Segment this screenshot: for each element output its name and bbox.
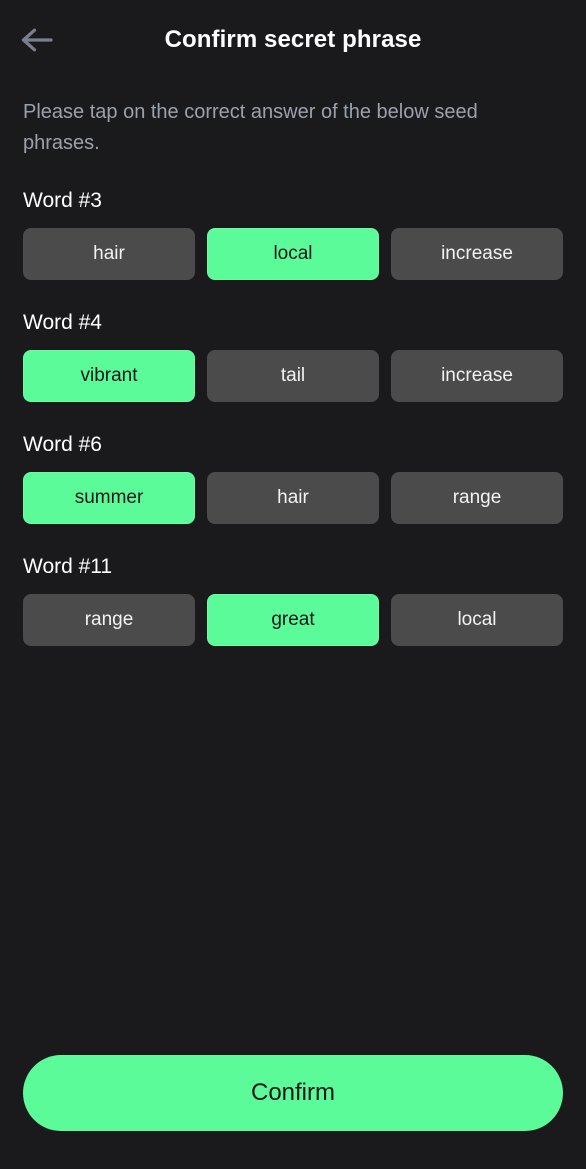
word-option[interactable]: range bbox=[391, 472, 563, 524]
word-options-row: range great local bbox=[23, 594, 563, 646]
word-group: Word #6 summer hair range bbox=[23, 434, 563, 524]
word-group-label: Word #4 bbox=[23, 311, 102, 334]
word-option[interactable]: increase bbox=[391, 350, 563, 402]
word-options-row: hair local increase bbox=[23, 228, 563, 280]
word-group-label: Word #3 bbox=[23, 189, 102, 212]
footer: Confirm bbox=[0, 1055, 586, 1169]
word-option-selected[interactable]: vibrant bbox=[23, 350, 195, 402]
word-option-selected[interactable]: great bbox=[207, 594, 379, 646]
word-group: Word #11 range great local bbox=[23, 556, 563, 646]
arrow-left-icon bbox=[21, 27, 53, 53]
word-option[interactable]: hair bbox=[207, 472, 379, 524]
word-group: Word #4 vibrant tail increase bbox=[23, 312, 563, 402]
word-options-row: vibrant tail increase bbox=[23, 350, 563, 402]
app-header: Confirm secret phrase bbox=[0, 0, 586, 80]
word-option[interactable]: increase bbox=[391, 228, 563, 280]
word-group-label: Word #11 bbox=[23, 555, 113, 578]
word-option-selected[interactable]: summer bbox=[23, 472, 195, 524]
word-option[interactable]: range bbox=[23, 594, 195, 646]
back-button[interactable] bbox=[14, 20, 60, 60]
word-option[interactable]: hair bbox=[23, 228, 195, 280]
word-options-row: summer hair range bbox=[23, 472, 563, 524]
word-group: Word #3 hair local increase bbox=[23, 190, 563, 280]
word-group-label: Word #6 bbox=[23, 433, 102, 456]
page-title: Confirm secret phrase bbox=[164, 26, 422, 53]
word-option[interactable]: tail bbox=[207, 350, 379, 402]
word-option[interactable]: local bbox=[391, 594, 563, 646]
word-groups-list: Word #3 hair local increase Word #4 vibr… bbox=[0, 190, 586, 646]
confirm-button[interactable]: Confirm bbox=[23, 1055, 563, 1131]
confirm-secret-phrase-screen: Confirm secret phrase Please tap on the … bbox=[0, 0, 586, 1169]
instructions-text: Please tap on the correct answer of the … bbox=[23, 101, 478, 154]
word-option-selected[interactable]: local bbox=[207, 228, 379, 280]
